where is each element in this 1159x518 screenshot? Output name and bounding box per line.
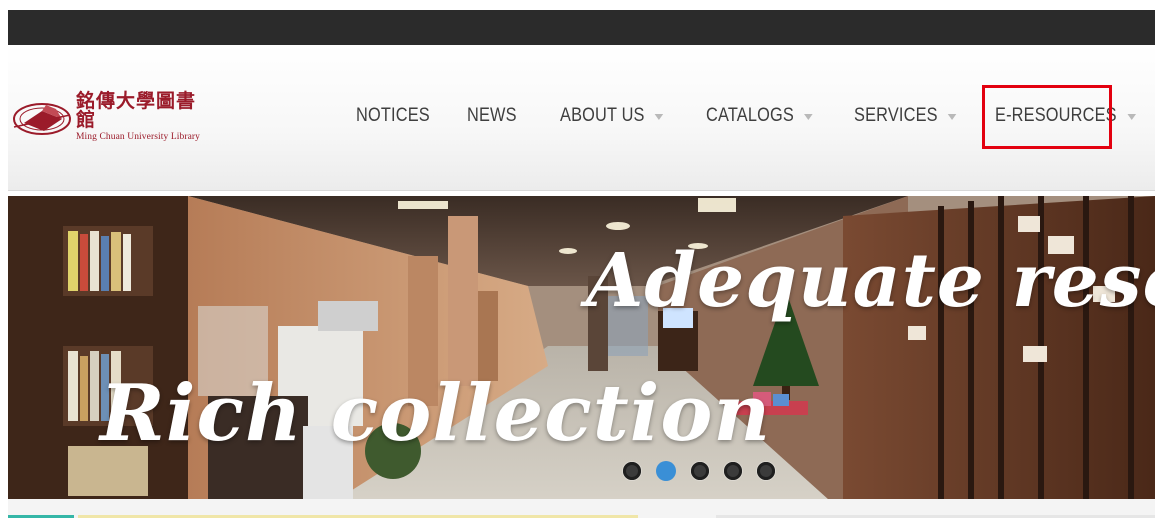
slide-caption-secondary: Rich collection <box>100 368 772 459</box>
chevron-down-icon <box>804 114 813 120</box>
nav-item-label: NEWS <box>467 105 517 126</box>
nav-item-catalogs[interactable]: CATALOGS <box>706 103 813 129</box>
nav-item-label: CATALOGS <box>706 105 794 126</box>
slide-caption-primary: Adequate resources <box>586 238 1155 324</box>
slider-dot-1[interactable] <box>623 462 641 480</box>
slider-dot-5[interactable] <box>757 462 775 480</box>
slider-dot-4[interactable] <box>724 462 742 480</box>
site-header: 銘傳大學圖書館 Ming Chuan University Library NO… <box>8 45 1155 191</box>
nav-item-about-us[interactable]: ABOUT US <box>560 103 664 129</box>
nav-item-notices[interactable]: NOTICES <box>356 103 430 129</box>
chevron-down-icon <box>654 114 664 120</box>
nav-item-label: NOTICES <box>356 105 430 126</box>
top-bar <box>8 10 1155 45</box>
nav-item-news[interactable]: NEWS <box>467 103 517 129</box>
slider-dot-2[interactable] <box>656 461 676 481</box>
slider-pagination <box>623 461 775 481</box>
main-nav: NOTICES NEWS ABOUT US CATALOGS SERVICES … <box>8 45 1155 190</box>
hero-slider[interactable]: Adequate resources Rich collection <box>8 196 1155 499</box>
nav-item-services[interactable]: SERVICES <box>854 103 957 129</box>
highlight-outline <box>982 85 1112 149</box>
slider-dot-3[interactable] <box>691 462 709 480</box>
chevron-down-icon <box>1127 114 1136 120</box>
nav-item-label: SERVICES <box>854 105 938 126</box>
nav-item-label: ABOUT US <box>560 105 645 126</box>
chevron-down-icon <box>948 114 957 120</box>
